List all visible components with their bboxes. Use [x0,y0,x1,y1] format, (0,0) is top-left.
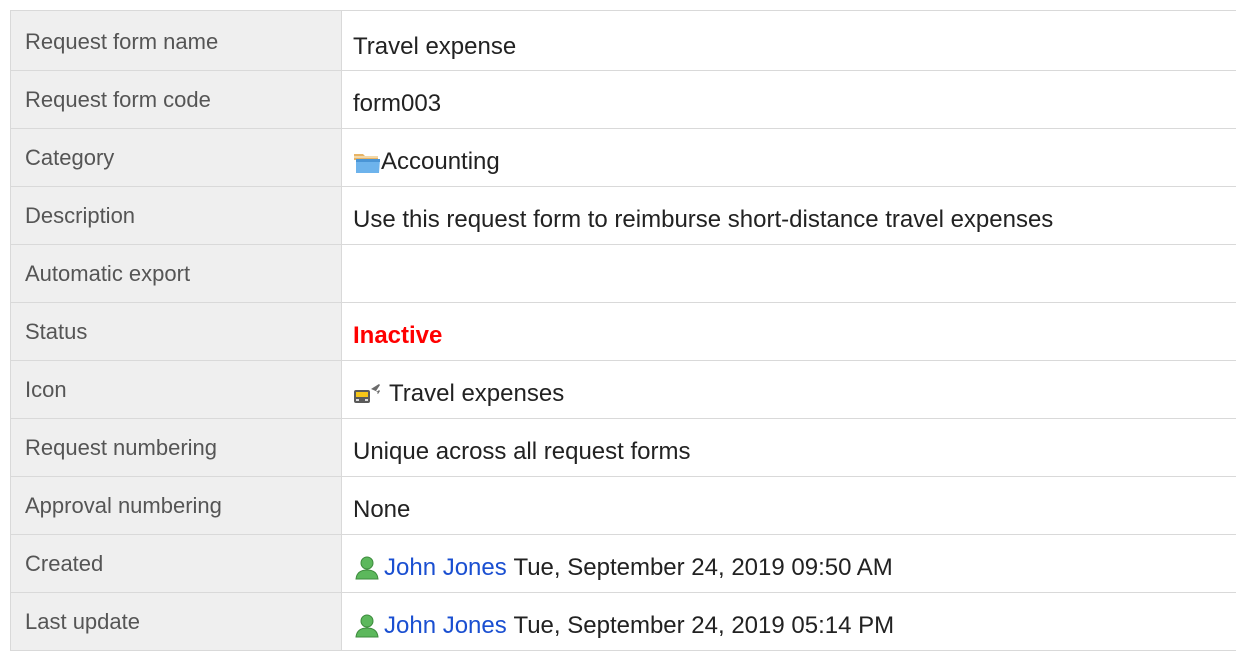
row-category: Category Accounting [10,128,1236,187]
label-created: Created [10,534,342,593]
train-airplane-icon [354,384,380,403]
folder-icon [354,154,380,173]
value-automatic-export [341,244,1236,303]
row-icon: Icon Travel expenses [10,360,1236,419]
user-icon [355,556,379,580]
label-icon: Icon [10,360,342,419]
row-request-numbering: Request numbering Unique across all requ… [10,418,1236,477]
value-request-form-code: form003 [341,70,1236,129]
detail-table: Request form name Travel expense Request… [10,10,1236,651]
value-request-numbering: Unique across all request forms [341,418,1236,477]
label-last-update: Last update [10,592,342,651]
value-created: John Jones Tue, September 24, 2019 09:50… [341,534,1236,593]
label-request-form-code: Request form code [10,70,342,129]
status-badge: Inactive [353,322,443,349]
label-description: Description [10,186,342,245]
value-request-form-name: Travel expense [341,10,1236,71]
row-request-form-code: Request form code form003 [10,70,1236,129]
row-last-update: Last update John Jones Tue, September 24… [10,592,1236,651]
row-automatic-export: Automatic export [10,244,1236,303]
value-last-update: John Jones Tue, September 24, 2019 05:14… [341,592,1236,651]
updated-by-user-link[interactable]: John Jones [384,612,507,640]
icon-name: Travel expenses [389,380,565,407]
value-approval-numbering: None [341,476,1236,535]
label-status: Status [10,302,342,361]
updated-datetime: Tue, September 24, 2019 05:14 PM [513,612,895,639]
value-category: Accounting [341,128,1236,187]
value-status: Inactive [341,302,1236,361]
request-form-detail: Request form name Travel expense Request… [10,10,1236,651]
created-datetime: Tue, September 24, 2019 09:50 AM [513,554,893,581]
label-category: Category [10,128,342,187]
value-description: Use this request form to reimburse short… [341,186,1236,245]
row-approval-numbering: Approval numbering None [10,476,1236,535]
user-icon [355,614,379,638]
label-approval-numbering: Approval numbering [10,476,342,535]
category-name: Accounting [381,148,500,175]
created-by-user-link[interactable]: John Jones [384,554,507,582]
label-request-form-name: Request form name [10,10,342,71]
row-description: Description Use this request form to rei… [10,186,1236,245]
row-created: Created John Jones Tue, September 24, 20… [10,534,1236,593]
row-request-form-name: Request form name Travel expense [10,10,1236,71]
row-status: Status Inactive [10,302,1236,361]
label-automatic-export: Automatic export [10,244,342,303]
value-icon: Travel expenses [341,360,1236,419]
label-request-numbering: Request numbering [10,418,342,477]
